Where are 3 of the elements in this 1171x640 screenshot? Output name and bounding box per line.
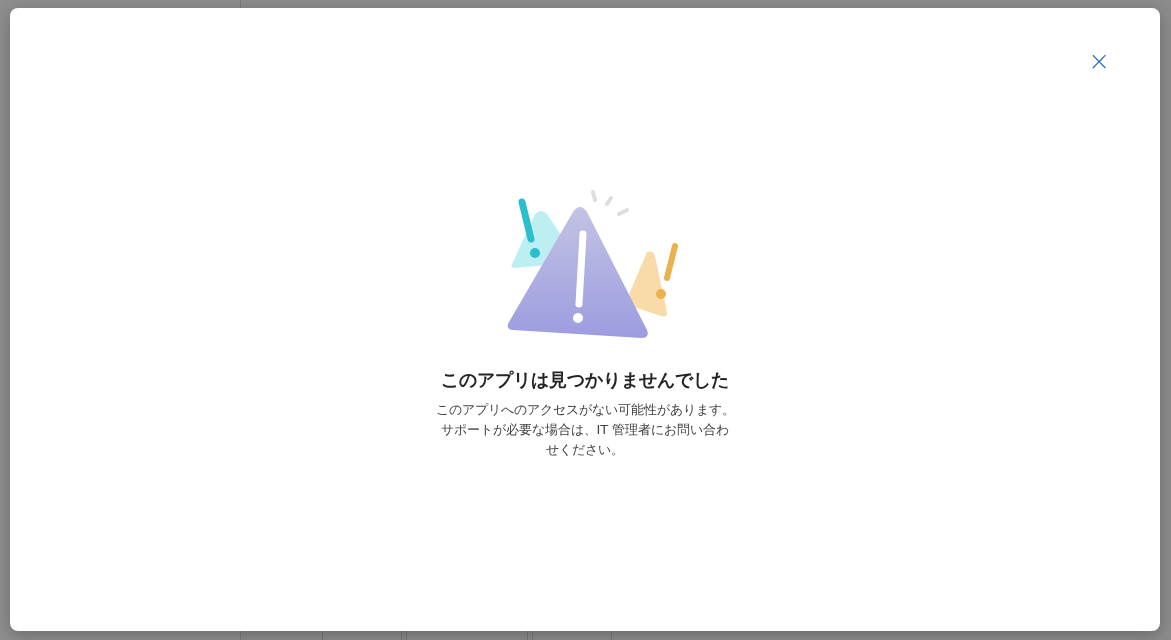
close-button[interactable]: × (1084, 46, 1114, 76)
dialog-title: このアプリは見つかりませんでした (441, 368, 729, 392)
dialog-message: このアプリへのアクセスがない可能性があります。サポートが必要な場合は、IT 管理者にお問い合わせください。 (435, 401, 735, 459)
